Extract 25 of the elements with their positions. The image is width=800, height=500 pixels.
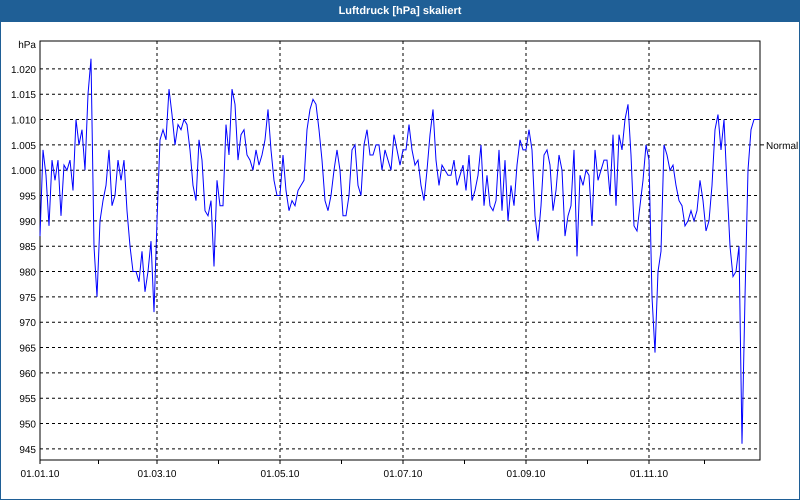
x-tick-label: 01.03.10 [138, 469, 176, 480]
y-tick-label: 1.005 [10, 140, 36, 152]
window-title: Luftdruck [hPa] skaliert [338, 4, 462, 20]
y-tick-label: 950 [19, 420, 36, 431]
x-tick-label: 01.09.10 [506, 469, 546, 480]
x-tick-label: 01.07.10 [384, 469, 422, 480]
y-tick-label: 1.015 [10, 90, 36, 102]
y-tick-label: 1.020 [10, 64, 36, 76]
y-tick-label: 945 [19, 444, 36, 456]
y-tick-label: 965 [19, 344, 36, 355]
y-tick-label: 1.000 [10, 166, 36, 178]
x-tick-label: 01.11.10 [630, 469, 668, 480]
y-tick-label: 980 [19, 268, 36, 279]
reference-label: Normal [766, 140, 798, 152]
y-tick-label: 985 [19, 242, 36, 254]
y-tick-label: 995 [19, 192, 36, 203]
y-tick-label: 970 [19, 318, 36, 330]
y-axis-unit: hPa [18, 40, 36, 51]
y-tick-label: 960 [19, 368, 36, 380]
y-tick-label: 975 [19, 292, 36, 304]
x-tick-label: 01.01.10 [20, 469, 60, 480]
y-tick-label: 990 [19, 216, 36, 228]
x-tick-label: 01.05.10 [260, 469, 300, 480]
y-tick-label: 1.010 [10, 116, 36, 127]
y-tick-label: 955 [19, 394, 36, 406]
